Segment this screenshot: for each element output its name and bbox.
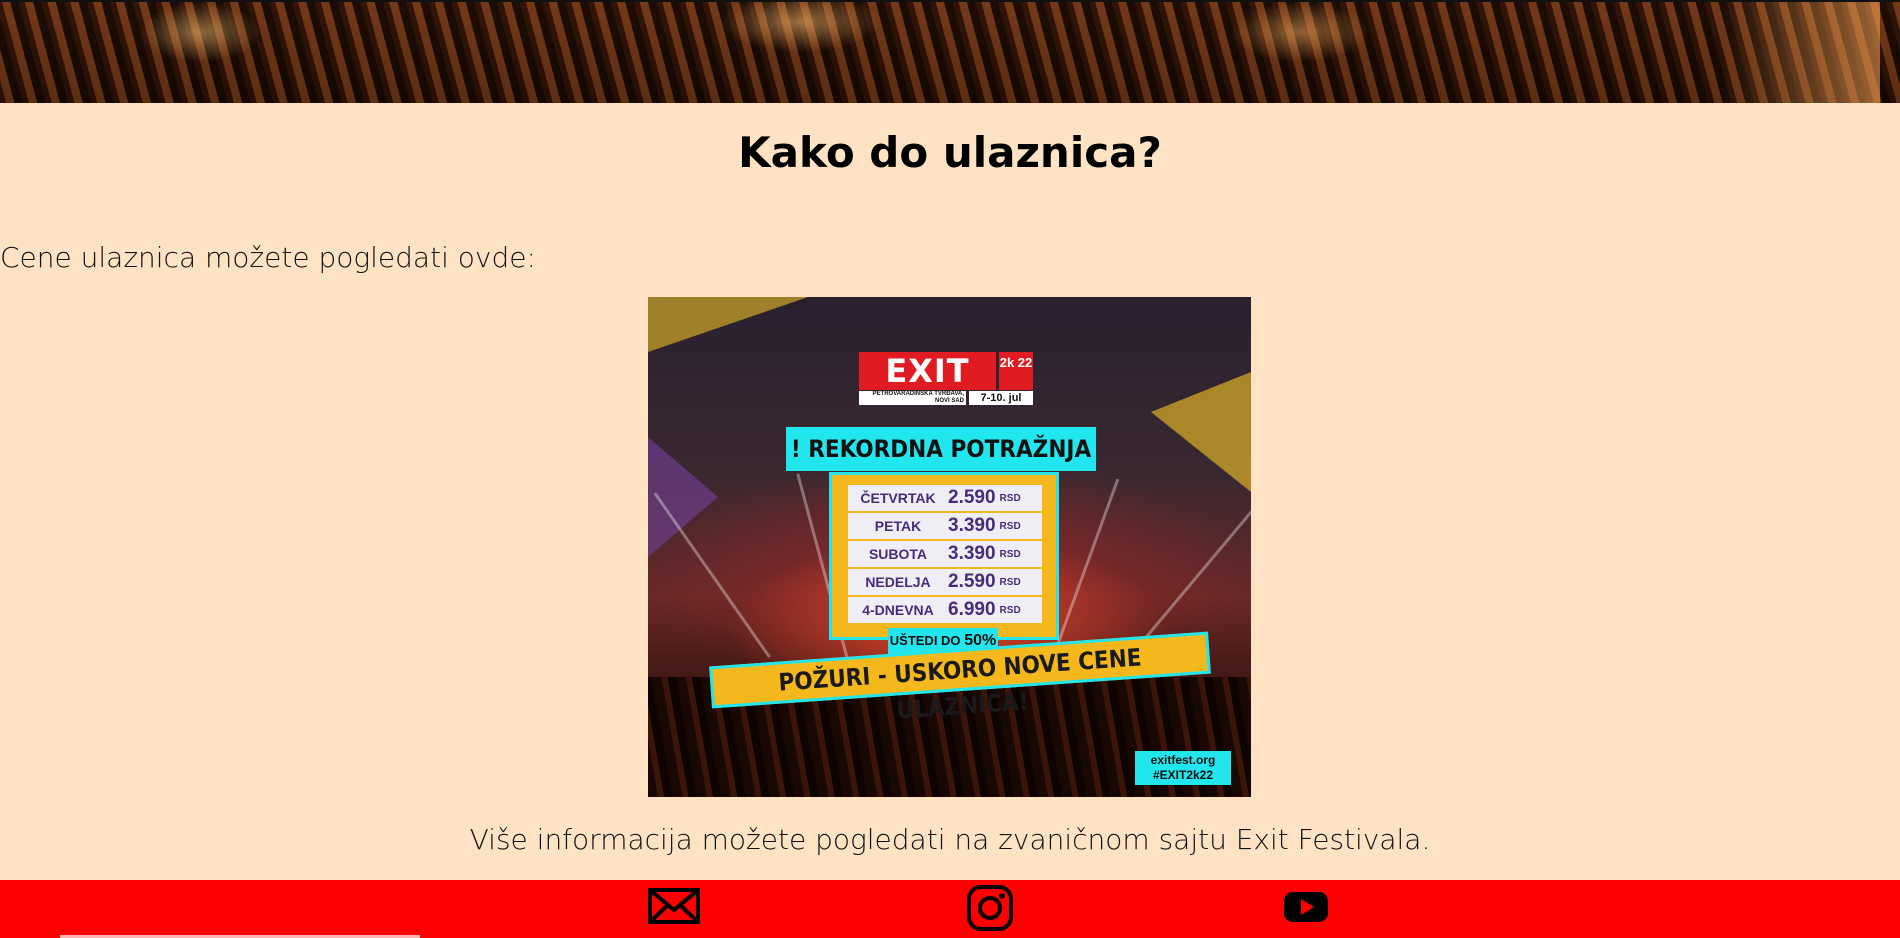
hero-banner — [0, 0, 1900, 103]
youtube-icon[interactable] — [1283, 886, 1329, 926]
price-value: 3.390 — [948, 515, 996, 536]
price-value: 2.590 — [948, 571, 996, 592]
page-title: Kako do ulaznica? — [738, 128, 1162, 177]
price-row: NEDELJA 2.590 RSD — [848, 569, 1042, 595]
intro-text: Cene ulaznica možete pogledati ovde: — [0, 241, 536, 274]
price-day: ČETVRTAK — [860, 490, 936, 506]
price-value: 6.990 — [948, 599, 996, 620]
poster-headline: ! REKORDNA POTRAŽNJA ! — [786, 427, 1096, 507]
decor-triangle — [648, 297, 808, 352]
logo-exit-text: EXIT — [859, 352, 996, 390]
price-value: 2.590 — [948, 487, 996, 508]
ticket-price-poster: EXIT 2k 22 PETROVARADINSKA TVRĐAVA, NOVI… — [648, 297, 1251, 797]
instagram-icon[interactable] — [966, 885, 1014, 932]
price-day: NEDELJA — [865, 574, 931, 590]
price-board: ČETVRTAK 2.590 RSD PETAK 3.390 RSD SUBOT… — [829, 472, 1059, 640]
logo-location: PETROVARADINSKA TVRĐAVA, NOVI SAD — [859, 391, 966, 405]
decor-triangle — [1151, 372, 1251, 492]
price-value: 3.390 — [948, 543, 996, 564]
price-currency: RSD — [999, 576, 1021, 588]
exit-logo: EXIT 2k 22 PETROVARADINSKA TVRĐAVA, NOVI… — [859, 352, 1033, 405]
price-currency: RSD — [999, 604, 1021, 616]
mail-icon[interactable] — [648, 886, 700, 926]
logo-dates: 7-10. jul — [969, 391, 1033, 405]
price-row: PETAK 3.390 RSD — [848, 513, 1042, 539]
price-day: 4-DNEVNA — [862, 602, 934, 618]
price-currency: RSD — [999, 548, 1021, 560]
more-info-text: Više informacija možete pogledati na zva… — [469, 823, 1431, 856]
save-label: UŠTEDI DO — [889, 633, 961, 648]
price-currency: RSD — [999, 492, 1021, 504]
logo-year: 2k 22 — [999, 352, 1033, 390]
price-row: 4-DNEVNA 6.990 RSD — [848, 597, 1042, 623]
site-tag: exitfest.org #EXIT2k22 — [1135, 751, 1231, 785]
price-row: ČETVRTAK 2.590 RSD — [848, 485, 1042, 511]
price-row: SUBOTA 3.390 RSD — [848, 541, 1042, 567]
price-day: PETAK — [874, 518, 922, 534]
site-url: exitfest.org — [1150, 753, 1216, 767]
footer — [0, 880, 1900, 938]
price-currency: RSD — [999, 520, 1021, 532]
hero-glow — [1720, 2, 1880, 103]
price-day: SUBOTA — [868, 546, 928, 562]
site-hashtag: #EXIT2k22 — [1152, 768, 1214, 782]
